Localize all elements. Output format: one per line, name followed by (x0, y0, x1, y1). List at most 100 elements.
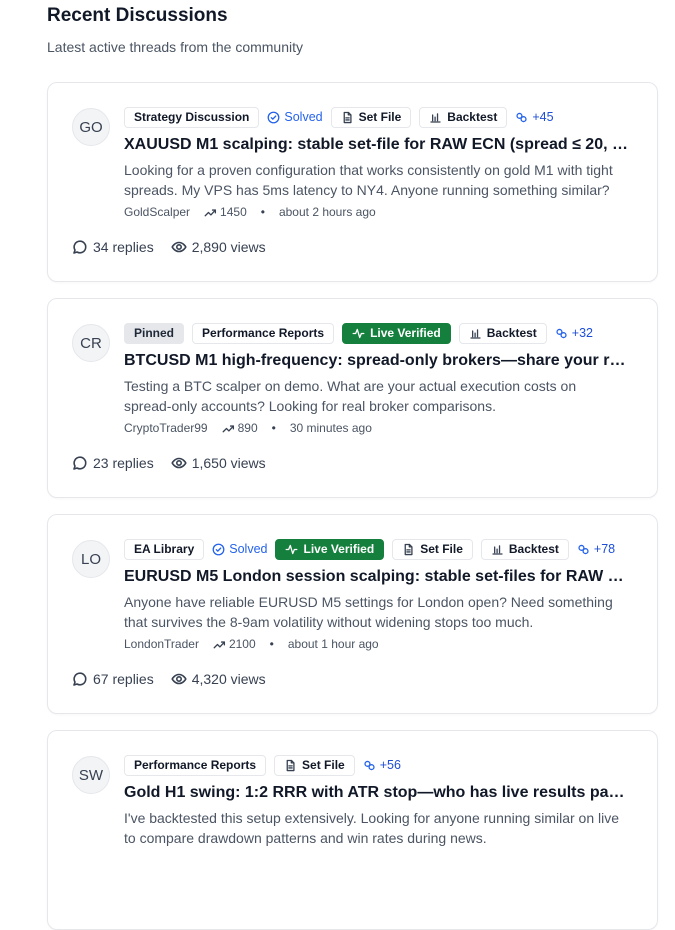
thread-content: Performance Reports Set File +56 Gold H1 sw… (124, 754, 634, 848)
more-tags-count: +56 (379, 758, 401, 772)
more-tags-link[interactable]: +78 (577, 542, 615, 556)
solved-label: Solved (284, 110, 323, 124)
avatar[interactable]: GO (72, 108, 110, 146)
trend-icon (222, 424, 234, 432)
thread-title[interactable]: Gold H1 swing: 1:2 RRR with ATR stop—who… (124, 782, 631, 804)
thread-meta: LondonTrader 2100 • about 1 hour ago (124, 637, 634, 651)
avatar[interactable]: LO (72, 540, 110, 578)
more-tags-count: +32 (571, 326, 594, 340)
tag-category[interactable]: Strategy Discussion (124, 106, 260, 128)
views-label: 4,320 views (191, 671, 266, 687)
tag-backtest[interactable]: Backtest (419, 106, 508, 128)
replies-count: 23 replies (72, 455, 154, 471)
avatar[interactable]: SW (72, 756, 110, 794)
tag-label: Live Verified (370, 325, 441, 340)
thread-title[interactable]: EURUSD M5 London session scalping: stabl… (124, 566, 631, 588)
activity-icon (352, 328, 365, 338)
tag-label: Set File (302, 757, 345, 772)
tag-label: Backtest (486, 325, 537, 340)
tag-label: EA Library (134, 541, 195, 556)
link-icon (516, 112, 527, 122)
thread-stats: 34 replies 2,890 views (72, 239, 266, 255)
tag-label: Set File (420, 541, 463, 556)
eye-icon (171, 457, 187, 469)
tag-setfile[interactable]: Set File (330, 106, 412, 128)
eye-icon (171, 241, 187, 253)
tag-label: Backtest (508, 541, 559, 556)
tag-setfile[interactable]: Set File (392, 538, 473, 560)
thread-title[interactable]: XAUUSD M1 scalping: stable set-file for … (124, 134, 631, 156)
tag-row: Strategy Discussion Solved Set File Backtes… (124, 106, 634, 128)
thread-card[interactable]: LO EA Library Solved Live Verified Set File B… (47, 514, 658, 714)
file-icon (404, 543, 413, 555)
tag-label: Set File (358, 109, 402, 124)
timestamp: about 1 hour ago (287, 637, 379, 651)
check-circle-icon (267, 111, 280, 123)
solved-label: Solved (229, 542, 268, 556)
more-tags-count: +45 (532, 110, 554, 124)
replies-label: 67 replies (93, 671, 154, 687)
tag-category[interactable]: EA Library (124, 538, 205, 560)
solved-badge: Solved (212, 542, 267, 556)
tag-backtest[interactable]: Backtest (458, 322, 547, 344)
thread-excerpt: Looking for a proven configuration that … (124, 162, 613, 198)
bar-chart-icon (430, 112, 441, 123)
score: 2100 (213, 637, 256, 651)
author-name[interactable]: CryptoTrader99 (124, 421, 208, 435)
file-icon (343, 111, 352, 123)
thread-title[interactable]: BTCUSD M1 high-frequency: spread-only br… (124, 350, 631, 372)
tag-backtest[interactable]: Backtest (480, 538, 569, 560)
views-count: 2,890 views (171, 239, 266, 255)
replies-label: 23 replies (93, 455, 154, 471)
tag-category[interactable]: Performance Reports (124, 754, 267, 776)
tag-setfile[interactable]: Set File (274, 754, 355, 776)
tag-row: EA Library Solved Live Verified Set File Bac… (124, 538, 634, 560)
score-value: 2100 (228, 637, 256, 651)
more-tags-link[interactable]: +56 (363, 758, 401, 772)
avatar[interactable]: CR (72, 324, 110, 362)
solved-badge: Solved (267, 110, 323, 124)
score: 1450 (204, 205, 247, 219)
thread-excerpt: Testing a BTC scalper on demo. What are … (124, 378, 577, 414)
tag-label: Backtest (447, 109, 498, 124)
author-name[interactable]: GoldScalper (124, 205, 190, 219)
bar-chart-icon (470, 328, 481, 339)
separator-dot: • (260, 205, 265, 219)
author-name[interactable]: LondonTrader (124, 637, 199, 651)
tag-row: Performance Reports Set File +56 (124, 754, 634, 776)
message-icon (73, 240, 87, 254)
tag-live[interactable]: Live Verified (342, 322, 451, 344)
separator-dot: • (269, 637, 274, 651)
thread-card[interactable]: SW Performance Reports Set File +56 Gold H1 … (47, 730, 658, 930)
tag-category[interactable]: Performance Reports (192, 322, 335, 344)
link-icon (556, 328, 567, 338)
tag-pinned[interactable]: Pinned (124, 322, 185, 344)
tag-label: Live Verified (303, 541, 375, 556)
views-label: 2,890 views (191, 239, 266, 255)
tag-label: Performance Reports (202, 325, 325, 340)
views-count: 1,650 views (171, 455, 266, 471)
score-value: 890 (237, 421, 258, 435)
link-icon (578, 544, 589, 554)
more-tags-link[interactable]: +32 (555, 326, 593, 340)
check-circle-icon (212, 543, 225, 555)
timestamp: about 2 hours ago (278, 205, 376, 219)
page-title: Recent Discussions (47, 5, 228, 26)
message-icon (73, 672, 87, 686)
score-value: 1450 (220, 205, 247, 219)
tag-live[interactable]: Live Verified (275, 538, 385, 560)
trend-icon (213, 640, 225, 648)
thread-content: EA Library Solved Live Verified Set File Bac… (124, 538, 634, 651)
activity-icon (286, 544, 298, 554)
thread-excerpt: Anyone have reliable EURUSD M5 settings … (124, 594, 613, 630)
timestamp: 30 minutes ago (289, 421, 372, 435)
more-tags-link[interactable]: +45 (515, 110, 554, 124)
thread-excerpt: I've backtested this setup extensively. … (124, 810, 620, 846)
file-icon (286, 759, 295, 771)
replies-count: 34 replies (72, 239, 154, 255)
link-icon (364, 760, 375, 770)
thread-card[interactable]: GO Strategy Discussion Solved Set File Backt… (47, 82, 658, 282)
thread-card[interactable]: CR Pinned Performance Reports Live Verified… (47, 298, 658, 498)
separator-dot: • (271, 421, 276, 435)
more-tags-count: +78 (593, 542, 616, 556)
